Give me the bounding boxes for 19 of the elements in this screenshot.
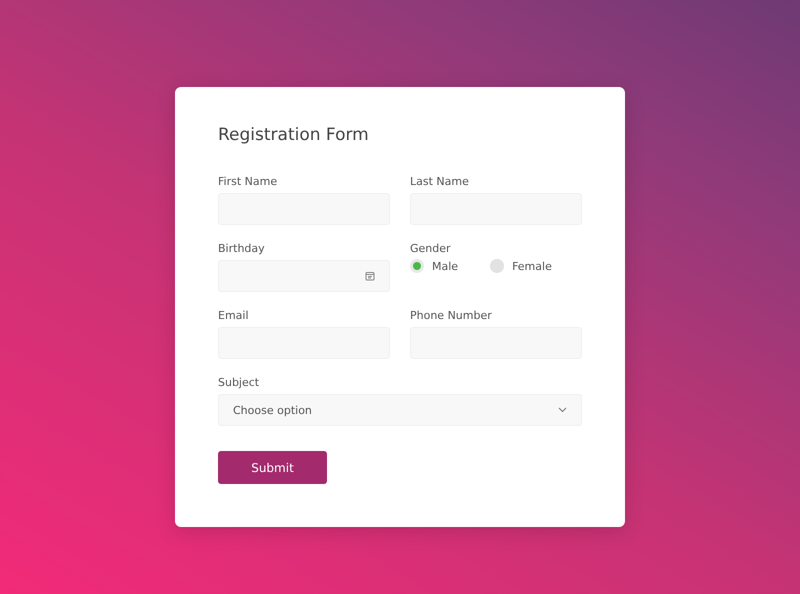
option-label: Female [512, 260, 552, 272]
radio-dot[interactable] [490, 259, 504, 273]
form-title: Registration Form [218, 125, 370, 145]
select-field[interactable]: Choose option [218, 394, 582, 426]
radio-dot[interactable] [410, 259, 424, 273]
date-field[interactable] [218, 260, 390, 292]
field-label: Birthday [218, 242, 266, 255]
field-label: Last Name [410, 175, 470, 188]
submit-button[interactable]: Submit [218, 451, 327, 484]
chevron-down-icon [558, 407, 567, 413]
option-label: Male [432, 260, 458, 272]
radio-option[interactable]: Male [410, 259, 458, 273]
radio-option[interactable]: Female [490, 259, 552, 273]
field-label: Subject [218, 376, 260, 389]
field-label: First Name [218, 175, 278, 188]
field-label: Email [218, 309, 250, 322]
calendar-icon [365, 271, 375, 281]
field-label: Phone Number [410, 309, 493, 322]
field-label: Gender [410, 242, 452, 255]
